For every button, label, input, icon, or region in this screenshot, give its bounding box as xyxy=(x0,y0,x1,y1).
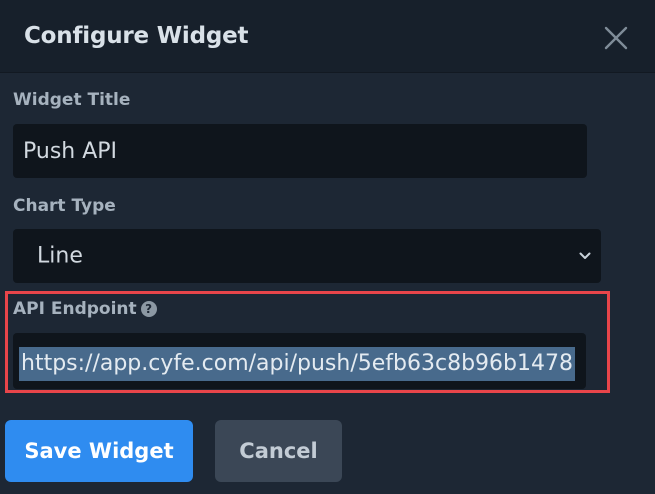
cancel-button[interactable]: Cancel xyxy=(215,420,342,482)
save-widget-button[interactable]: Save Widget xyxy=(5,420,193,482)
api-endpoint-label-row: API Endpoint? xyxy=(13,299,157,319)
dialog-header: Configure Widget xyxy=(0,0,655,73)
api-endpoint-input[interactable]: https://app.cyfe.com/api/push/5efb63c8b9… xyxy=(13,333,586,389)
close-icon xyxy=(604,26,628,50)
close-button[interactable] xyxy=(603,25,629,51)
widget-title-value: Push API xyxy=(23,138,118,164)
help-icon[interactable]: ? xyxy=(140,301,157,317)
widget-title-input[interactable]: Push API xyxy=(13,124,587,178)
widget-title-label: Widget Title xyxy=(13,90,131,110)
chart-type-select[interactable]: Line xyxy=(13,229,601,283)
chevron-down-icon xyxy=(579,252,591,259)
chart-type-label: Chart Type xyxy=(13,196,116,216)
api-endpoint-label: API Endpoint xyxy=(13,299,137,319)
api-endpoint-value: https://app.cyfe.com/api/push/5efb63c8b9… xyxy=(19,347,575,381)
chart-type-selected-value: Line xyxy=(37,243,83,269)
dialog-title: Configure Widget xyxy=(24,23,249,49)
configure-widget-dialog: Configure Widget Widget Title Push API C… xyxy=(0,0,655,494)
